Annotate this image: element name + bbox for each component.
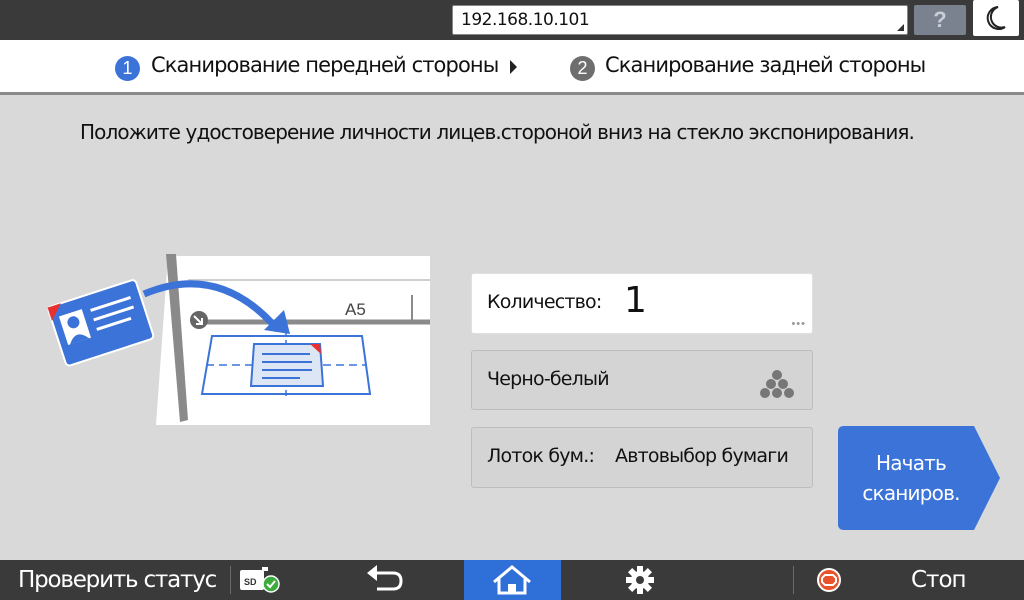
resize-corner-icon: [897, 24, 904, 31]
home-button[interactable]: [464, 560, 561, 600]
energy-saver-button[interactable]: [973, 0, 1019, 36]
start-scan-label: Начать сканиров.: [838, 448, 984, 508]
start-scan-line-1: Начать: [875, 451, 947, 475]
instruction-text: Положите удостоверение личности лицев.ст…: [80, 120, 915, 144]
stop-icon: [817, 568, 841, 592]
start-scan-button[interactable]: Начать сканиров.: [838, 426, 1002, 530]
more-dots-icon: •••: [791, 318, 806, 330]
color-mode-button[interactable]: Черно-белый: [471, 350, 813, 410]
step-1-number: 1: [115, 56, 140, 81]
separator: [230, 566, 231, 594]
placement-illustration: A5: [40, 250, 430, 430]
quantity-value: 1: [624, 280, 647, 321]
back-button[interactable]: [335, 560, 435, 600]
start-scan-line-2: сканиров.: [862, 481, 960, 505]
step-2-number: 2: [570, 56, 595, 81]
id-card-icon: [47, 279, 155, 367]
step-1-label: Сканирование передней стороны: [151, 53, 499, 77]
sd-card-status-icon[interactable]: SD: [236, 560, 282, 600]
address-text: 192.168.10.101: [461, 10, 590, 30]
paper-size-label: A5: [345, 300, 366, 319]
bottom-bar: Проверить статус SD Стоп: [0, 560, 1024, 600]
step-2-label: Сканирование задней стороны: [605, 53, 926, 77]
back-arrow-icon: [367, 565, 403, 591]
check-status-button[interactable]: Проверить статус: [0, 560, 228, 600]
step-arrow-icon: [510, 60, 517, 74]
svg-text:SD: SD: [244, 577, 257, 587]
settings-button[interactable]: [590, 560, 690, 600]
paper-tray-value: Автовыбор бумаги: [615, 445, 789, 467]
quantity-label: Количество:: [487, 291, 602, 313]
stop-label: Стоп: [911, 567, 967, 593]
stop-button[interactable]: Стоп: [793, 560, 1024, 600]
top-bar: 192.168.10.101 ?: [0, 0, 1024, 40]
color-mode-label: Черно-белый: [487, 368, 610, 390]
paper-tray-button[interactable]: Лоток бум.: Автовыбор бумаги: [471, 427, 813, 488]
gear-icon: [626, 566, 654, 594]
help-button[interactable]: ?: [914, 5, 966, 35]
paper-tray-label: Лоток бум.:: [487, 445, 595, 467]
step-indicator: 1 Сканирование передней стороны 2 Сканир…: [0, 40, 1024, 95]
quantity-field[interactable]: Количество: 1 •••: [471, 273, 813, 334]
address-display[interactable]: 192.168.10.101: [452, 5, 908, 35]
moon-icon: [986, 6, 1006, 30]
home-icon: [493, 565, 531, 595]
toner-dots-icon: [760, 370, 794, 398]
